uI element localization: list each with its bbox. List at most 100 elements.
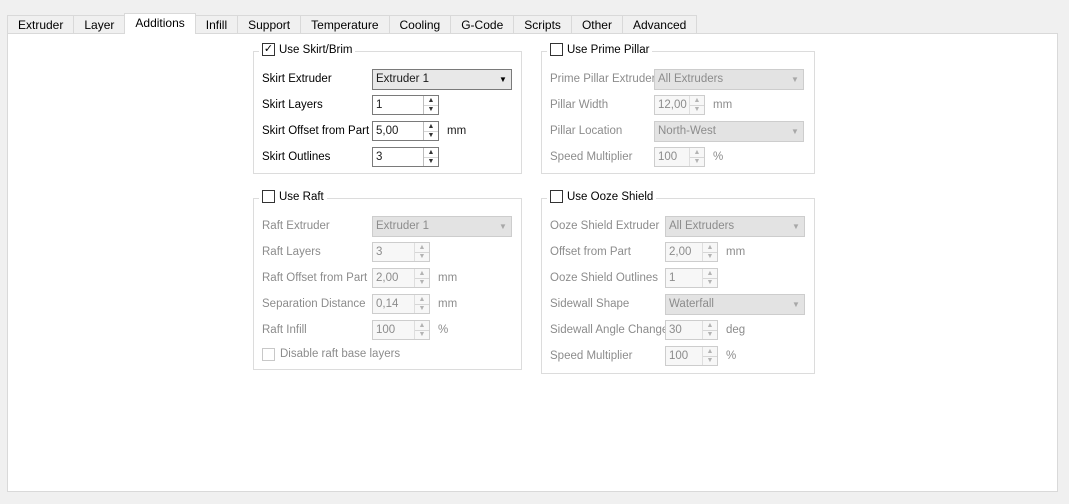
pillar-location-label: Pillar Location: [550, 125, 623, 137]
ooze-shield-checkbox[interactable]: [550, 190, 563, 203]
dropdown-arrow-icon: ▼: [499, 221, 507, 231]
ooze-speed-unit: %: [726, 350, 737, 362]
tab-support[interactable]: Support: [237, 15, 302, 34]
pillar-speed-stepper[interactable]: 100 ▲ ▼: [654, 147, 705, 167]
pillar-location-select[interactable]: North-West ▼: [654, 120, 804, 142]
tab-cooling[interactable]: Cooling: [388, 15, 452, 34]
spin-up-icon[interactable]: ▲: [415, 269, 429, 278]
raft-offset-row: Raft Offset from Part 2,00 ▲ ▼ mm: [262, 267, 513, 289]
ooze-speed-stepper[interactable]: 100 ▲ ▼: [665, 346, 718, 366]
raft-infill-row: Raft Infill 100 ▲ ▼ %: [262, 319, 513, 341]
ooze-speed-value: 100: [669, 350, 689, 362]
dropdown-arrow-icon: ▼: [499, 74, 507, 84]
prime-pillar-checkbox[interactable]: [550, 43, 563, 56]
spin-down-icon[interactable]: ▼: [424, 130, 438, 141]
spin-down-icon[interactable]: ▼: [703, 329, 717, 340]
spin-down-icon[interactable]: ▼: [415, 251, 429, 262]
disable-raft-base-row[interactable]: Disable raft base layers: [262, 343, 513, 365]
spin-up-icon[interactable]: ▲: [703, 347, 717, 356]
spin-down-icon[interactable]: ▼: [424, 156, 438, 167]
skirt-layers-row: Skirt Layers 1 ▲ ▼: [262, 94, 513, 116]
dropdown-arrow-icon: ▼: [792, 221, 800, 231]
spin-up-icon[interactable]: ▲: [415, 295, 429, 304]
sidewall-shape-select[interactable]: Waterfall ▼: [665, 293, 805, 315]
skirt-offset-row: Skirt Offset from Part 5,00 ▲ ▼ mm: [262, 120, 513, 142]
raft-separation-unit: mm: [438, 298, 458, 310]
raft-layers-stepper[interactable]: 3 ▲ ▼: [372, 242, 430, 262]
spin-down-icon[interactable]: ▼: [703, 355, 717, 366]
spin-up-icon[interactable]: ▲: [424, 96, 438, 105]
tab-layer[interactable]: Layer: [73, 15, 126, 34]
skirt-outlines-row: Skirt Outlines 3 ▲ ▼: [262, 146, 513, 168]
sidewall-angle-stepper[interactable]: 30 ▲ ▼: [665, 320, 718, 340]
skirt-extruder-label: Skirt Extruder: [262, 73, 332, 85]
raft-separation-stepper[interactable]: 0,14 ▲ ▼: [372, 294, 430, 314]
skirt-offset-value: 5,00: [376, 125, 399, 137]
spin-up-icon[interactable]: ▲: [703, 243, 717, 252]
tab-temperature[interactable]: Temperature: [300, 15, 390, 34]
skirt-layers-stepper[interactable]: 1 ▲ ▼: [372, 95, 439, 115]
skirt-extruder-select[interactable]: Extruder 1 ▼: [372, 68, 512, 90]
pillar-location-row: Pillar Location North-West ▼: [550, 120, 806, 142]
tab-gcode[interactable]: G-Code: [450, 15, 515, 34]
pillar-width-stepper[interactable]: 12,00 ▲ ▼: [654, 95, 705, 115]
ooze-shield-group: Use Ooze Shield Ooze Shield Extruder All…: [541, 190, 815, 374]
raft-separation-label: Separation Distance: [262, 298, 366, 310]
raft-toggle[interactable]: Use Raft: [259, 190, 327, 203]
spin-down-icon[interactable]: ▼: [424, 104, 438, 115]
tab-infill[interactable]: Infill: [194, 15, 239, 34]
raft-extruder-select[interactable]: Extruder 1 ▼: [372, 215, 512, 237]
tab-extruder[interactable]: Extruder: [7, 15, 75, 34]
ooze-outlines-stepper[interactable]: 1 ▲ ▼: [665, 268, 718, 288]
skirt-outlines-label: Skirt Outlines: [262, 151, 331, 163]
raft-infill-value: 100: [376, 324, 396, 336]
ooze-shield-extruder-select[interactable]: All Extruders ▼: [665, 215, 805, 237]
spin-up-icon[interactable]: ▲: [415, 243, 429, 252]
ooze-shield-extruder-value: All Extruders: [669, 220, 735, 232]
spin-down-icon[interactable]: ▼: [703, 277, 717, 288]
ooze-outlines-label: Ooze Shield Outlines: [550, 272, 659, 284]
spin-down-icon[interactable]: ▼: [415, 277, 429, 288]
prime-pillar-toggle[interactable]: Use Prime Pillar: [547, 43, 653, 56]
spin-up-icon[interactable]: ▲: [424, 122, 438, 131]
tab-scripts[interactable]: Scripts: [513, 15, 572, 34]
skirt-offset-unit: mm: [447, 125, 467, 137]
ooze-shield-extruder-row: Ooze Shield Extruder All Extruders ▼: [550, 215, 806, 237]
spin-down-icon[interactable]: ▼: [690, 156, 704, 167]
skirt-offset-stepper[interactable]: 5,00 ▲ ▼: [372, 121, 439, 141]
tab-other[interactable]: Other: [570, 15, 623, 34]
sidewall-angle-value: 30: [669, 324, 682, 336]
skirt-outlines-stepper[interactable]: 3 ▲ ▼: [372, 147, 439, 167]
skirt-brim-title: Use Skirt/Brim: [279, 43, 353, 56]
raft-infill-label: Raft Infill: [262, 324, 307, 336]
ooze-offset-stepper[interactable]: 2,00 ▲ ▼: [665, 242, 718, 262]
spin-up-icon[interactable]: ▲: [703, 269, 717, 278]
raft-infill-stepper[interactable]: 100 ▲ ▼: [372, 320, 430, 340]
ooze-speed-row: Speed Multiplier 100 ▲ ▼ %: [550, 345, 806, 367]
spin-up-icon[interactable]: ▲: [690, 148, 704, 157]
raft-offset-unit: mm: [438, 272, 458, 284]
skirt-brim-toggle[interactable]: ✓ Use Skirt/Brim: [259, 43, 356, 56]
spin-up-icon[interactable]: ▲: [703, 321, 717, 330]
ooze-shield-title: Use Ooze Shield: [567, 190, 654, 203]
raft-layers-label: Raft Layers: [262, 246, 321, 258]
spin-up-icon[interactable]: ▲: [424, 148, 438, 157]
spin-up-icon[interactable]: ▲: [415, 321, 429, 330]
ooze-offset-row: Offset from Part 2,00 ▲ ▼ mm: [550, 241, 806, 263]
spin-down-icon[interactable]: ▼: [415, 329, 429, 340]
spin-up-icon[interactable]: ▲: [690, 96, 704, 105]
sidewall-shape-value: Waterfall: [669, 298, 714, 310]
spin-down-icon[interactable]: ▼: [703, 251, 717, 262]
prime-pillar-extruder-select[interactable]: All Extruders ▼: [654, 68, 804, 90]
raft-checkbox[interactable]: [262, 190, 275, 203]
spin-down-icon[interactable]: ▼: [690, 104, 704, 115]
skirt-brim-checkbox[interactable]: ✓: [262, 43, 275, 56]
raft-extruder-label: Raft Extruder: [262, 220, 330, 232]
ooze-offset-label: Offset from Part: [550, 246, 631, 258]
tab-additions[interactable]: Additions: [124, 13, 196, 34]
ooze-shield-toggle[interactable]: Use Ooze Shield: [547, 190, 657, 203]
spin-down-icon[interactable]: ▼: [415, 303, 429, 314]
disable-raft-base-checkbox[interactable]: [262, 347, 275, 361]
tab-advanced[interactable]: Advanced: [621, 15, 698, 34]
raft-offset-stepper[interactable]: 2,00 ▲ ▼: [372, 268, 430, 288]
